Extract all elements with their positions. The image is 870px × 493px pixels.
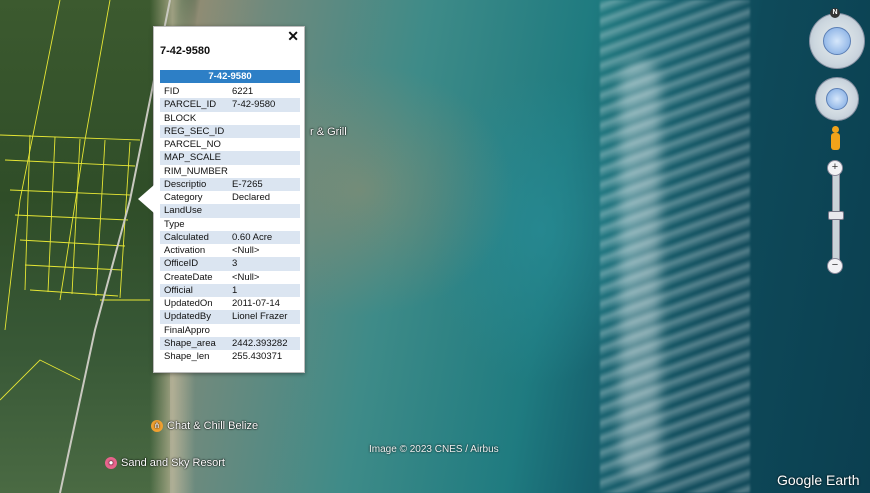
attribute-value: 7-42-9580 (228, 98, 300, 112)
attribute-value: Declared (232, 192, 271, 203)
attribute-row: UpdatedOn 2011-07-14 (160, 297, 300, 310)
attribute-row: Descriptio E-7265 (160, 177, 300, 191)
attribute-key: Official (160, 283, 228, 297)
attribute-key: PARCEL_ID (160, 98, 228, 112)
attribute-key: LandUse (160, 204, 228, 218)
attribute-value: <Null> (232, 271, 260, 283)
attribute-key: Descriptio (160, 177, 228, 191)
attribute-key: MAP_SCALE (160, 151, 228, 165)
attribute-key: FID (164, 86, 180, 97)
attribute-value: 1 (228, 283, 300, 297)
attribute-row: Type (160, 218, 300, 231)
popup-title: 7-42-9580 (160, 45, 211, 57)
fork-knife-icon: ⋔ (151, 420, 163, 433)
attribute-value (228, 151, 300, 165)
attribute-value (228, 124, 300, 138)
move-control[interactable] (815, 77, 859, 121)
north-indicator[interactable]: N (830, 8, 840, 18)
eye-icon[interactable] (823, 27, 851, 55)
attribute-row: Official 1 (160, 283, 300, 297)
satellite-map[interactable]: r & Grill ⋔ Chat & Chill Belize ● Sand and… (0, 0, 870, 493)
attribute-key: CreateDate (164, 271, 213, 283)
attribute-key: BLOCK (164, 112, 197, 124)
attribute-value: 255.430371 (232, 351, 283, 362)
attribute-key: Activation (164, 245, 206, 256)
pan-arrows-icon[interactable] (826, 88, 848, 110)
image-attribution: Image © 2023 CNES / Airbus (369, 444, 499, 455)
zoom-slider-thumb[interactable] (828, 211, 844, 220)
attribute-key: Shape_len (164, 351, 210, 362)
attribute-row: PARCEL_NO (160, 138, 300, 151)
zoom-out-button[interactable]: − (827, 258, 843, 274)
attribute-key: PARCEL_NO (164, 139, 221, 150)
attribute-value: 2011-07-14 (232, 298, 280, 309)
attribute-key: OfficeID (160, 257, 228, 271)
bar-grill-label[interactable]: r & Grill (310, 126, 347, 138)
popup-table-header: 7-42-9580 (160, 70, 300, 83)
attribute-key: Shape_area (160, 336, 228, 350)
attribute-value: Lionel Frazer (228, 310, 300, 324)
attribute-key: UpdatedBy (160, 310, 228, 324)
attribute-row: OfficeID 3 (160, 257, 300, 271)
attribute-row: FID 6221 (160, 85, 300, 98)
chat-chill-label: Chat & Chill Belize (167, 420, 259, 432)
attribute-row: Activation <Null> (160, 244, 300, 257)
attribute-row: Shape_area 2442.393282 (160, 336, 300, 350)
attribute-row: BLOCK (160, 112, 300, 125)
attribute-value: 3 (228, 257, 300, 271)
attribute-key: FinalAppro (164, 324, 210, 336)
attribute-value (228, 218, 300, 231)
sand-sky-label: Sand and Sky Resort (121, 457, 225, 469)
location-pin-icon: ● (105, 457, 117, 470)
attribute-value: <Null> (232, 245, 260, 256)
attribute-row: FinalAppro (160, 324, 300, 337)
attribute-key: REG_SEC_ID (160, 124, 228, 138)
attribute-row: MAP_SCALE (160, 151, 300, 165)
attribute-table: FID 6221 PARCEL_ID 7-42-9580 BLOCK REG_SEC_ID… (160, 85, 300, 363)
close-icon[interactable]: ✕ (287, 29, 299, 43)
attribute-value: E-7265 (228, 177, 300, 191)
attribute-value: 6221 (232, 86, 254, 97)
chat-chill-poi[interactable]: ⋔ Chat & Chill Belize (151, 420, 259, 433)
sand-sky-poi[interactable]: ● Sand and Sky Resort (105, 457, 225, 470)
attribute-row: Category Declared (160, 191, 300, 204)
google-earth-logo: Google Earth (777, 472, 860, 488)
attribute-row: Calculated 0.60 Acre (160, 230, 300, 244)
attribute-row: PARCEL_ID 7-42-9580 (160, 98, 300, 112)
look-control[interactable] (809, 13, 865, 69)
attribute-value (228, 165, 300, 178)
attribute-row: REG_SEC_ID (160, 124, 300, 138)
attribute-key: Category (164, 192, 203, 203)
attribute-row: CreateDate <Null> (160, 271, 300, 284)
attribute-key: UpdatedOn (164, 298, 213, 309)
attribute-row: Shape_len 255.430371 (160, 350, 300, 363)
attribute-key: RIM_NUMBER (164, 165, 228, 177)
street-view-pegman-icon[interactable] (829, 126, 841, 152)
attribute-value: 2442.393282 (228, 336, 300, 350)
attribute-row: RIM_NUMBER (160, 165, 300, 178)
zoom-in-button[interactable]: + (827, 160, 843, 176)
attribute-key: Type (164, 218, 185, 230)
attribute-value (228, 138, 300, 151)
attribute-value (228, 324, 300, 337)
attribute-value: 0.60 Acre (228, 230, 300, 244)
attribute-row: LandUse (160, 204, 300, 218)
attribute-value (228, 204, 300, 218)
attribute-key: Calculated (160, 230, 228, 244)
attribute-value (228, 112, 300, 125)
attribute-row: UpdatedBy Lionel Frazer (160, 310, 300, 324)
parcel-lines (0, 0, 171, 493)
parcel-info-popup: ✕ 7-42-9580 7-42-9580 FID 6221 PARCEL_ID 7-… (138, 26, 305, 373)
